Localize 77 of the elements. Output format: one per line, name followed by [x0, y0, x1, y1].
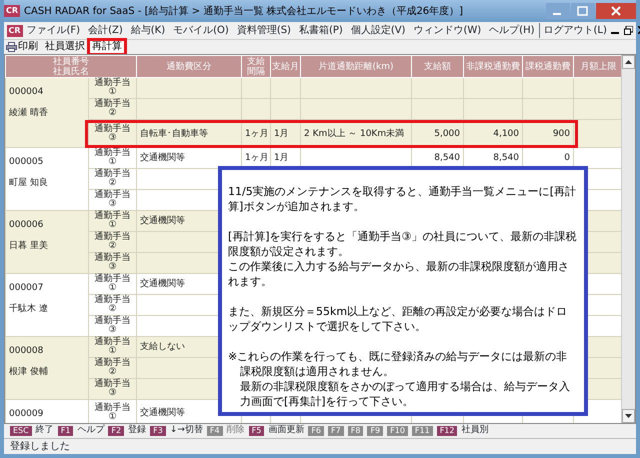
app-logo: CR: [6, 24, 23, 36]
function-key[interactable]: F3: [150, 426, 166, 436]
close-button[interactable]: [596, 3, 636, 19]
menu-item[interactable]: 会計(Z): [84, 23, 127, 38]
window-title: CASH RADAR for SaaS - [給与計算 > 通勤手当一覧 株式会社エルモードいわき（平成26年度）]: [24, 4, 464, 18]
table-cell: 通勤手当 ②: [88, 294, 136, 316]
function-key-label: 登録: [128, 424, 146, 438]
employee-id: 000006: [9, 219, 44, 232]
function-key-label: 社員別: [461, 424, 488, 438]
note-paragraph: 最新の非課税限度額をさかのぼって適用する場合は、給与データ入力画面で[再集計]を行って下さい。: [239, 379, 571, 409]
minimize-button[interactable]: [546, 3, 570, 19]
printer-icon: [6, 42, 17, 52]
function-key-label: ヘルプ: [77, 424, 104, 438]
menu-item[interactable]: 給与(K): [126, 23, 170, 38]
column-header: 支給月: [270, 56, 300, 78]
column-header: 非課税通勤費: [464, 56, 522, 78]
logout-menu-item[interactable]: ログアウト(L): [538, 23, 611, 38]
menu-item[interactable]: 資料管理(S): [232, 23, 295, 38]
table-cell: 交通機関等: [136, 148, 242, 168]
table-cell: 通勤手当 ③: [88, 316, 136, 336]
toolbar-button[interactable]: 社員選択: [43, 41, 87, 53]
table-cell: 通勤手当 ③: [88, 190, 136, 210]
employee-name: 綾瀬 晴香: [9, 106, 49, 120]
table-cell: 通勤手当 ①: [88, 210, 136, 232]
menu-item[interactable]: ファイル(F): [22, 23, 84, 38]
column-header: 支給額: [412, 56, 464, 78]
restore-icon[interactable]: [624, 26, 633, 35]
maximize-button[interactable]: [571, 3, 595, 19]
table-cell: 通勤手当 ②: [88, 358, 136, 378]
column-header: 支給 間隔: [242, 56, 270, 78]
table-cell: 通勤手当 ①: [88, 400, 136, 423]
employee-id: 000009: [9, 408, 44, 421]
menu-item[interactable]: 個人設定(V): [346, 23, 410, 38]
table-cell: 通勤手当 ③: [88, 252, 136, 274]
employee-id: 000004: [9, 86, 44, 99]
app-logo: CR: [4, 5, 20, 17]
column-header: 社員番号 社員氏名: [6, 56, 136, 78]
table-cell: 通勤手当 ②: [88, 232, 136, 252]
table-cell: 通勤手当 ②: [88, 168, 136, 190]
status-message: 登録しました: [4, 438, 636, 454]
column-header: 課税通勤費: [522, 56, 574, 78]
function-key-label: 画面更新: [268, 424, 304, 438]
menu-item[interactable]: ヘルプ(H): [485, 23, 538, 38]
menu-item[interactable]: ウィンドウ(W): [409, 23, 486, 38]
table-cell: 通勤手当 ①: [88, 274, 136, 294]
function-key[interactable]: ESC: [10, 426, 32, 436]
table-cell: 通勤手当 ②: [88, 98, 136, 120]
employee-id: 000008: [9, 345, 44, 358]
menu-item[interactable]: 私書箱(P): [294, 23, 347, 38]
function-key-label: ↓→切替: [170, 424, 203, 438]
employee-name: 町屋 知良: [9, 176, 49, 190]
function-key-label: 終了: [36, 424, 54, 438]
function-key[interactable]: F2: [108, 426, 124, 436]
employee-name: 根津 俊輔: [9, 366, 49, 379]
note-paragraph: [再計算]を実行をすると「通勤手当③」の社員について、最新の非課税限度額が設定されます。: [228, 229, 578, 259]
menu-item[interactable]: モバイル(O): [169, 23, 233, 38]
table-cell: 通勤手当 ③: [88, 378, 136, 400]
up-arrow-icon: [625, 60, 632, 64]
scroll-up-button[interactable]: [622, 55, 635, 69]
column-header: 片道通勤距離(km): [300, 56, 412, 78]
column-header: 月額上限: [574, 56, 621, 78]
down-arrow-icon: [625, 414, 632, 418]
scroll-down-button[interactable]: [622, 409, 635, 423]
table-cell: 通勤手当 ①: [88, 336, 136, 358]
function-key-label: 削除: [226, 424, 245, 438]
employee-id: 000007: [9, 282, 44, 295]
function-key[interactable]: F5: [248, 426, 264, 436]
employee-id: 000005: [9, 156, 44, 169]
print-button[interactable]: 印刷: [4, 41, 40, 53]
function-key[interactable]: F1: [58, 426, 74, 436]
function-key[interactable]: F12: [436, 426, 458, 436]
toolbar-button[interactable]: 再計算: [90, 41, 124, 53]
table-cell: 通勤手当 ①: [88, 78, 136, 98]
note-paragraph: また、新規区分＝55km以上など、距離の再設定が必要な場合はドロップダウンリストで選択をして下さい。: [228, 304, 568, 334]
employee-name: 千駄木 遼: [9, 302, 49, 316]
column-header: 通勤費区分: [136, 56, 242, 78]
employee-name: 日暮 里美: [9, 240, 49, 253]
